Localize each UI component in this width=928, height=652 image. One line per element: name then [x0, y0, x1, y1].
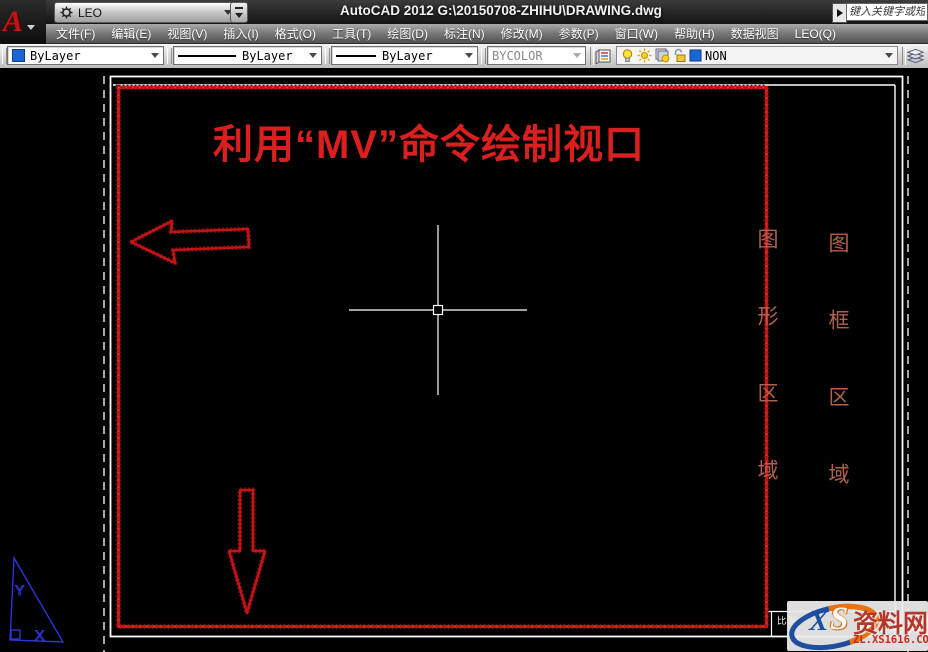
linetype-control-value: ByLayer [242, 49, 293, 63]
chevron-down-icon [885, 53, 893, 58]
search-go-icon [837, 9, 843, 17]
toolbar-grip[interactable] [325, 48, 330, 64]
menu-item-format[interactable]: 格式(O) [267, 24, 324, 44]
left-arrow [131, 221, 249, 263]
unlock-icon [673, 48, 686, 63]
menu-item-file[interactable]: 文件(F) [48, 24, 103, 44]
crosshair-cursor [349, 225, 527, 395]
ucs-paperspace-icon: X Y [10, 558, 63, 643]
frame-area-label: 图框区域 [822, 232, 852, 540]
menu-item-draw[interactable]: 绘图(D) [379, 24, 436, 44]
menu-bar: 文件(F) 编辑(E) 视图(V) 插入(I) 格式(O) 工具(T) 绘图(D… [0, 24, 928, 44]
menu-item-view[interactable]: 视图(V) [159, 24, 215, 44]
menu-item-window[interactable]: 窗口(W) [607, 24, 666, 44]
watermark: X S 资料网 ZL.XS1616.COM [787, 601, 928, 651]
svg-text:Y: Y [15, 582, 25, 598]
properties-toolbar: ByLayer ByLayer ByLayer BYCOLOR [0, 44, 928, 69]
qat-expand-button[interactable] [230, 2, 248, 23]
watermark-site-url: ZL.XS1616.COM [853, 634, 928, 646]
layer-control-dropdown[interactable]: NON [616, 46, 898, 65]
menu-item-modify[interactable]: 修改(M) [493, 24, 551, 44]
layer-freeze-icon [655, 48, 670, 63]
graphic-area-label: 图形区域 [751, 228, 781, 536]
layer-color-swatch-icon [689, 49, 702, 62]
sun-icon [637, 48, 652, 63]
gear-icon [60, 6, 73, 19]
color-swatch-icon [12, 49, 25, 62]
menu-item-dataview[interactable]: 数据视图 [723, 24, 787, 44]
menu-item-help[interactable]: 帮助(H) [666, 24, 723, 44]
autocad-window: LEO AutoCAD 2012 G:\20150708-ZHIHU\DRAWI… [0, 0, 928, 652]
watermark-logo-x: X [809, 605, 828, 638]
color-control-value: ByLayer [30, 49, 81, 63]
toolbar-grip[interactable] [167, 48, 172, 64]
menu-item-insert[interactable]: 插入(I) [215, 24, 266, 44]
menu-item-parametric[interactable]: 参数(P) [551, 24, 607, 44]
plotstyle-control-value: BYCOLOR [492, 49, 543, 63]
lineweight-sample [336, 55, 376, 57]
annotation-title: 利用“MV”命令绘制视口 [213, 112, 645, 170]
drawing-canvas[interactable]: X Y 利用“MV”命令绘制视口 图形区域 图框区域 比例 X S 资料网 ZL… [0, 68, 928, 652]
plotstyle-control-dropdown[interactable]: BYCOLOR [487, 46, 586, 65]
search-go-button[interactable] [832, 3, 847, 23]
menu-item-dimension[interactable]: 标注(N) [436, 24, 493, 44]
search-input[interactable] [846, 3, 928, 21]
layer-states-icon [906, 48, 925, 64]
chevron-down-icon [573, 53, 581, 58]
svg-text:X: X [35, 627, 45, 643]
menu-item-edit[interactable]: 编辑(E) [103, 24, 159, 44]
toolbar-grip[interactable] [481, 48, 486, 64]
color-control-dropdown[interactable]: ByLayer [7, 46, 164, 65]
linetype-sample [178, 55, 236, 57]
layer-control-value: NON [705, 49, 727, 63]
window-title: AutoCAD 2012 G:\20150708-ZHIHU\DRAWING.d… [340, 3, 662, 18]
chevron-down-icon [465, 53, 473, 58]
menu-item-tools[interactable]: 工具(T) [324, 24, 379, 44]
chevron-down-icon [309, 53, 317, 58]
title-bar: LEO AutoCAD 2012 G:\20150708-ZHIHU\DRAWI… [0, 0, 928, 24]
quick-access-toolbar[interactable]: LEO [54, 2, 238, 23]
layer-properties-icon [595, 48, 612, 64]
chevron-down-icon [27, 25, 35, 30]
workspace-label: LEO [78, 6, 102, 20]
linetype-control-dropdown[interactable]: ByLayer [173, 46, 322, 65]
autocad-logo: A [3, 2, 23, 42]
layer-states-button[interactable] [906, 47, 925, 65]
menu-item-leo[interactable]: LEO(Q) [787, 24, 844, 44]
lineweight-control-dropdown[interactable]: ByLayer [331, 46, 478, 65]
down-arrow [229, 490, 265, 613]
layer-properties-button[interactable] [594, 47, 613, 65]
bulb-icon [621, 48, 634, 63]
lineweight-control-value: ByLayer [382, 49, 433, 63]
watermark-logo-s: S [830, 601, 848, 638]
chevron-down-icon [151, 53, 159, 58]
app-menu-button[interactable]: A [0, 0, 46, 44]
chevron-down-icon [235, 13, 243, 18]
